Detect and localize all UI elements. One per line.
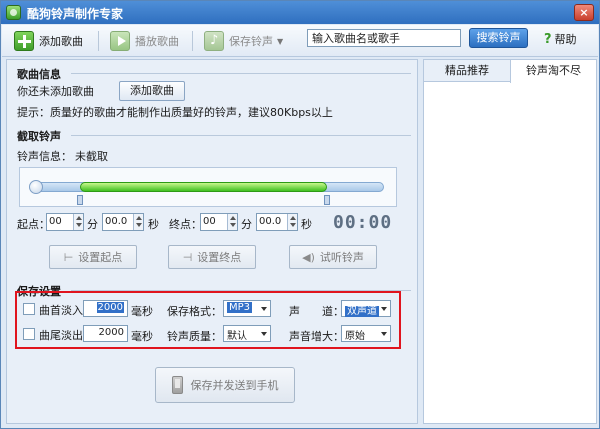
save-ringtone-button[interactable]: 保存铃声 ▼ [204, 29, 283, 53]
start-second-value: 00.0 [105, 216, 128, 227]
chevron-down-icon [381, 332, 387, 336]
fade-out-value: 2000 [98, 327, 124, 338]
clip-slider-track[interactable] [29, 180, 384, 205]
help-icon: ? [544, 31, 552, 47]
preview-ringtone-label: 试听铃声 [319, 251, 364, 264]
channel-value: 双声道 [345, 306, 379, 317]
quality-select[interactable]: 默认 [223, 325, 271, 342]
song-status-text: 你还未添加歌曲 [17, 85, 94, 98]
start-bracket-icon: ⊢ [63, 250, 74, 264]
toolbar-divider [98, 31, 99, 51]
ms-unit: 毫秒 [131, 305, 153, 318]
speaker-icon: ◀) [302, 250, 315, 264]
tab-more-ringtones[interactable]: 铃声淘不尽 [510, 60, 596, 83]
format-value: MP3 [227, 302, 253, 313]
start-minute-stepper[interactable]: 00 [46, 213, 84, 231]
help-button[interactable]: ? 帮助 [544, 31, 577, 47]
second-unit: 秒 [301, 218, 312, 231]
minute-unit: 分 [87, 218, 98, 231]
format-label: 保存格式： [167, 305, 222, 318]
quality-value: 默认 [227, 331, 247, 342]
chevron-down-icon [381, 307, 387, 311]
fade-in-label: 曲首淡入 [39, 304, 83, 317]
end-bracket-icon: ⊣ [182, 250, 193, 264]
close-button[interactable]: × [574, 4, 594, 21]
play-song-label: 播放歌曲 [135, 35, 179, 48]
channel-label: 声 道： [289, 305, 344, 318]
save-ringtone-label: 保存铃声 [229, 35, 273, 48]
set-start-label: 设置起点 [78, 251, 123, 264]
section-divider [71, 135, 411, 136]
stepper-arrows-icon[interactable] [227, 214, 237, 230]
stepper-arrows-icon[interactable] [133, 214, 143, 230]
preview-ringtone-button[interactable]: ◀) 试听铃声 [289, 245, 377, 269]
set-end-button[interactable]: ⊣ 设置终点 [168, 245, 256, 269]
toolbar-divider [192, 31, 193, 51]
end-minute-value: 00 [203, 216, 216, 227]
save-and-send-label: 保存并发送到手机 [190, 379, 279, 392]
time-display: 00:00 [333, 212, 393, 233]
set-end-label: 设置终点 [197, 251, 242, 264]
add-icon [14, 31, 34, 51]
end-minute-stepper[interactable]: 00 [200, 213, 238, 231]
fade-out-checkbox[interactable] [23, 328, 35, 340]
start-second-stepper[interactable]: 00.0 [102, 213, 144, 231]
clip-range-fill [80, 182, 327, 192]
end-label: 终点： [169, 218, 202, 231]
add-song-label: 添加歌曲 [39, 35, 83, 48]
end-second-value: 00.0 [259, 216, 282, 227]
add-song-inline-button[interactable]: 添加歌曲 [119, 81, 185, 101]
music-note-icon [204, 31, 224, 51]
end-second-stepper[interactable]: 00.0 [256, 213, 298, 231]
main-window: 酷狗铃声制作专家 × 添加歌曲 播放歌曲 保存铃声 ▼ 搜索铃声 ? 帮助 歌曲… [0, 0, 600, 429]
channel-select[interactable]: 双声道 [341, 300, 391, 317]
start-marker-handle[interactable] [77, 195, 84, 205]
stepper-arrows-icon[interactable] [73, 214, 83, 230]
start-minute-value: 00 [49, 216, 62, 227]
fade-out-label: 曲尾淡出 [39, 329, 83, 342]
format-select[interactable]: MP3 [223, 300, 271, 317]
stepper-arrows-icon[interactable] [287, 214, 297, 230]
quality-label: 铃声质量： [167, 330, 222, 343]
second-unit: 秒 [148, 218, 159, 231]
minute-unit: 分 [241, 218, 252, 231]
chevron-down-icon [261, 332, 267, 336]
volume-boost-select[interactable]: 原始 [341, 325, 391, 342]
play-song-button[interactable]: 播放歌曲 [110, 29, 179, 53]
clip-slider-frame [19, 167, 397, 207]
fade-in-checkbox[interactable] [23, 303, 35, 315]
fade-in-input[interactable]: 2000 [83, 300, 128, 317]
help-label: 帮助 [554, 33, 577, 46]
quality-hint-text: 提示：质量好的歌曲才能制作出质量好的铃声，建议80Kbps以上 [17, 106, 333, 119]
playhead-knob[interactable] [29, 180, 43, 194]
chevron-down-icon [261, 307, 267, 311]
ms-unit: 毫秒 [131, 330, 153, 343]
volume-boost-value: 原始 [345, 331, 365, 342]
fade-out-input[interactable]: 2000 [83, 325, 128, 342]
section-divider [71, 73, 411, 74]
add-song-button[interactable]: 添加歌曲 [14, 29, 83, 53]
volume-boost-label: 声音增大： [289, 330, 344, 343]
search-button[interactable]: 搜索铃声 [469, 28, 528, 48]
phone-icon [171, 376, 183, 394]
fade-in-value: 2000 [96, 302, 124, 313]
window-title: 酷狗铃声制作专家 [27, 7, 124, 21]
chevron-down-icon[interactable]: ▼ [277, 37, 283, 46]
song-info-title: 歌曲信息 [17, 68, 61, 81]
end-marker-handle[interactable] [323, 195, 330, 205]
recommendation-tabs: 精品推荐 铃声淘不尽 [424, 60, 596, 83]
save-and-send-button[interactable]: 保存并发送到手机 [155, 367, 295, 403]
search-input[interactable] [307, 29, 461, 47]
tab-featured[interactable]: 精品推荐 [424, 60, 510, 82]
ringtone-info-value: 未截取 [75, 150, 108, 163]
set-start-button[interactable]: ⊢ 设置起点 [49, 245, 137, 269]
recommendation-panel: 精品推荐 铃声淘不尽 [423, 59, 597, 424]
app-logo-icon [6, 5, 21, 20]
title-bar[interactable]: 酷狗铃声制作专家 × [1, 1, 599, 24]
play-icon [110, 31, 130, 51]
clip-title: 截取铃声 [17, 130, 61, 143]
ringtone-info-label: 铃声信息： [17, 150, 72, 163]
